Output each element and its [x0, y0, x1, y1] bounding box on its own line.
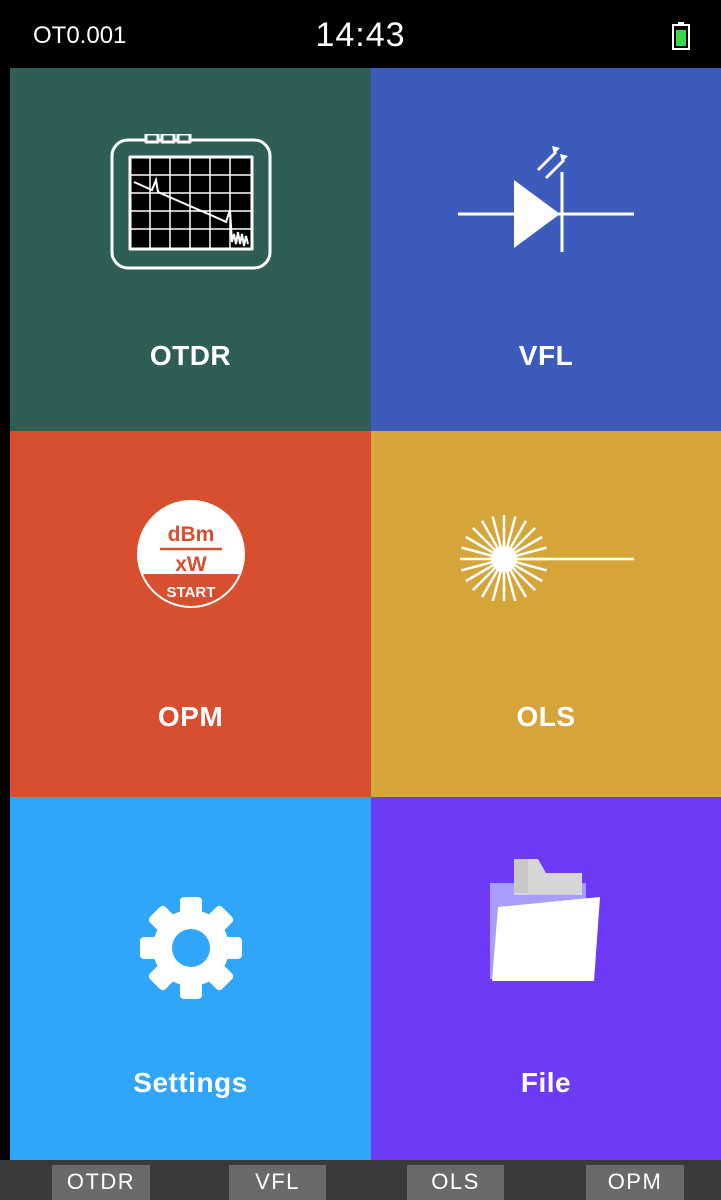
tile-label: OPM — [157, 701, 224, 732]
tile-file[interactable]: File — [371, 797, 721, 1160]
tile-label: OLS — [516, 701, 576, 732]
opm-unit-dbm: dBm — [167, 523, 214, 546]
tile-ols[interactable]: OLS — [371, 431, 721, 797]
tile-vfl[interactable]: VFL — [371, 68, 721, 431]
bottom-nav-ols[interactable]: OLS — [407, 1165, 504, 1200]
status-bar: OT0.001 14:43 — [0, 0, 721, 68]
tile-label: OTDR — [149, 340, 232, 371]
bottom-nav: OTDR VFL OLS OPM — [0, 1160, 721, 1200]
tile-settings[interactable]: Settings — [10, 797, 371, 1160]
bottom-nav-vfl[interactable]: VFL — [229, 1165, 326, 1200]
clock: 14:43 — [315, 16, 406, 54]
tile-label: Settings — [133, 1067, 248, 1098]
battery-icon — [672, 22, 690, 50]
bottom-nav-opm[interactable]: OPM — [586, 1165, 684, 1200]
tile-otdr[interactable]: OTDR — [10, 68, 371, 431]
otdr-icon — [110, 134, 271, 270]
power-meter-icon: dBm xW START — [136, 500, 245, 608]
opm-start-text: START — [166, 584, 215, 601]
opm-unit-xw: xW — [175, 553, 207, 576]
app-grid: OTDR VFL dBm xW START OPM OLS Settings F… — [10, 68, 721, 1160]
tile-label: VFL — [518, 340, 574, 371]
gear-icon — [139, 897, 242, 999]
light-source-icon — [460, 515, 634, 601]
laser-diode-icon — [458, 146, 634, 252]
tile-opm[interactable]: dBm xW START OPM — [10, 431, 371, 797]
bottom-nav-otdr[interactable]: OTDR — [52, 1165, 150, 1200]
folder-icon — [490, 859, 600, 981]
tile-label: File — [520, 1067, 572, 1098]
